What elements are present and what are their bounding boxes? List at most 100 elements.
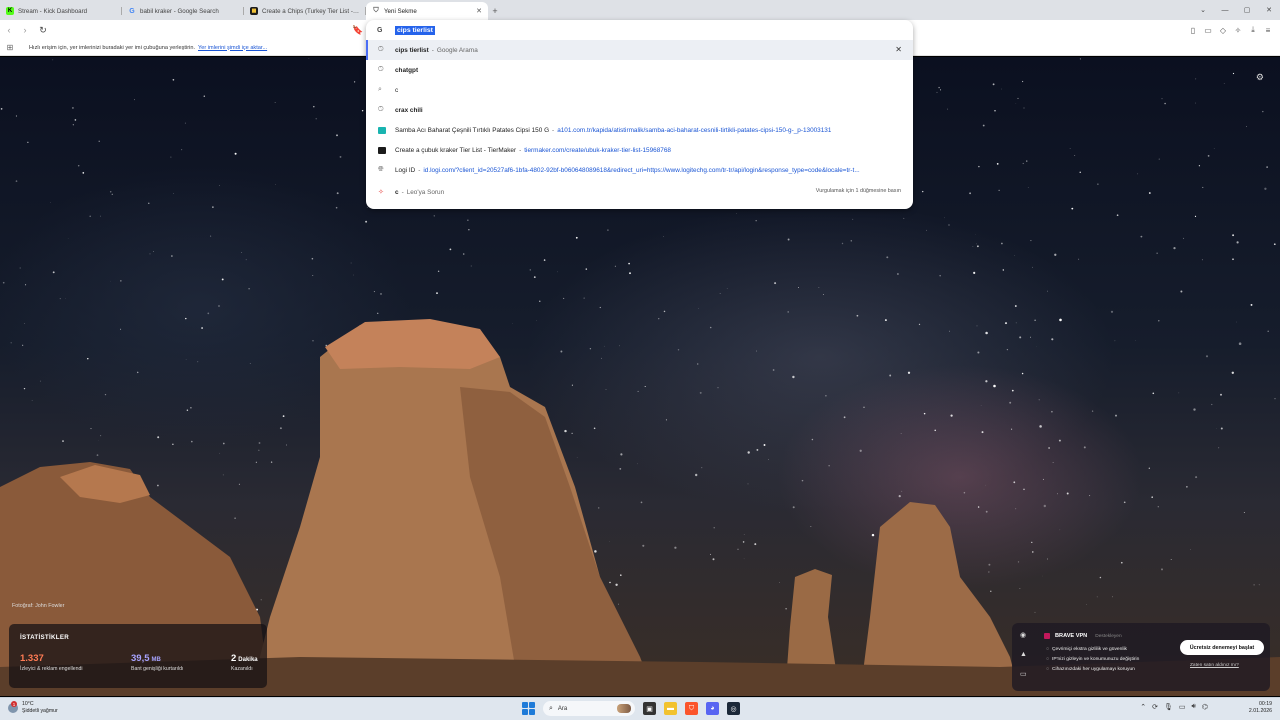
weather-widget[interactable]: 1 10°C Şiddetli yağmur	[8, 701, 58, 715]
mic-icon[interactable]: 🎙︎	[1164, 703, 1173, 711]
new-tab-button[interactable]: +	[488, 2, 502, 20]
vpn-title: BRAVE VPN	[1055, 633, 1088, 639]
sync-icon[interactable]: ⟳	[1152, 703, 1158, 711]
suggestion-item[interactable]: ⌕ c	[366, 80, 913, 100]
star	[560, 350, 563, 353]
star	[185, 317, 187, 320]
address-input-value[interactable]: cips tierlist	[395, 25, 435, 35]
chevron-up-icon[interactable]: ⌃	[1140, 703, 1146, 711]
star	[1034, 611, 1036, 613]
vpn-icon[interactable]: ◇	[1217, 23, 1229, 37]
tiermaker-icon: ▦	[250, 7, 258, 15]
network-icon[interactable]: ⌬	[1202, 703, 1208, 711]
close-icon[interactable]: ✕	[476, 7, 482, 15]
downloads-icon[interactable]: ⤓	[1247, 23, 1259, 37]
suggestion-item[interactable]: 🕓︎ crax chili	[366, 100, 913, 120]
tab-kick-dashboard[interactable]: K Stream - Kick Dashboard	[0, 2, 122, 20]
star	[886, 256, 889, 259]
suggestion-desc: Leo'ya Sorun	[406, 188, 445, 196]
reload-button[interactable]: ↻	[36, 23, 50, 37]
star	[642, 544, 645, 547]
star	[1232, 72, 1235, 75]
close-window-button[interactable]: ✕	[1258, 0, 1280, 20]
menu-icon[interactable]: ≡	[1262, 23, 1274, 37]
address-bar[interactable]: G cips tierlist	[366, 20, 913, 40]
star	[191, 440, 193, 443]
leo-icon[interactable]: ✧	[1232, 23, 1244, 37]
tab-tiermaker[interactable]: ▦ Create a Chips (Turkey Tier List - Tie…	[244, 2, 366, 20]
suggestion-item[interactable]: Samba Acı Baharat Çeşnili Tırtıklı Patat…	[366, 120, 913, 140]
tab-search-icon[interactable]: ⌄	[1192, 0, 1214, 20]
widget-switcher: ◉ ▲ ▭	[1020, 631, 1030, 678]
star	[539, 300, 541, 302]
star	[969, 192, 971, 195]
vpn-tab-icon[interactable]: ◉	[1020, 631, 1030, 639]
star	[601, 357, 602, 359]
star	[1048, 447, 1051, 449]
minimize-button[interactable]: —	[1214, 0, 1236, 20]
windows-start-icon[interactable]	[522, 702, 535, 715]
weather-text: 10°C Şiddetli yağmur	[22, 701, 58, 715]
maximize-button[interactable]: ▢	[1236, 0, 1258, 20]
display-icon[interactable]: ▭	[1179, 703, 1186, 711]
brave-browser-icon[interactable]: ⛉	[685, 702, 698, 715]
task-view-icon[interactable]: ▣	[643, 702, 656, 715]
taskbar: 1 10°C Şiddetli yağmur ⌕ Ara ▣ ▬ ⛉ ◕ ◎ ⌃…	[0, 697, 1280, 720]
already-purchased-link[interactable]: Zaten satın aldınız mı?	[1190, 663, 1239, 668]
tab-new-tab[interactable]: ⛉ Yeni Sekme ✕	[366, 2, 488, 20]
sidebar-icon[interactable]: ▯	[1187, 23, 1199, 37]
clock[interactable]: 00:19 2.01.2026	[1249, 701, 1272, 715]
wallet-icon[interactable]: ▭	[1202, 23, 1214, 37]
suggestion-item[interactable]: 🕓︎ cips tierlist - Google Arama ✕	[366, 40, 913, 60]
gear-icon[interactable]: ⚙	[1256, 72, 1264, 83]
star	[607, 229, 609, 231]
star	[449, 248, 452, 251]
star	[644, 385, 646, 388]
suggestion-item[interactable]: 🕓︎ chatgpt	[366, 60, 913, 80]
rewards-tab-icon[interactable]: ▲	[1020, 651, 1030, 658]
cards-tab-icon[interactable]: ▭	[1020, 670, 1030, 678]
file-explorer-icon[interactable]: ▬	[664, 702, 677, 715]
suggestion-item[interactable]: Create a çubuk kraker Tier List - TierMa…	[366, 140, 913, 160]
star	[980, 405, 982, 406]
taskbar-search[interactable]: ⌕ Ara	[543, 701, 635, 716]
star	[1052, 461, 1054, 463]
back-button[interactable]: ‹	[2, 23, 16, 37]
star	[709, 553, 712, 555]
star	[336, 134, 338, 137]
star	[1207, 155, 1210, 157]
ask-leo-suggestion[interactable]: ✧ c - Leo'ya Sorun Vurgulamak için 1 düğ…	[366, 180, 913, 204]
star	[111, 193, 113, 195]
star	[100, 435, 102, 437]
weather-desc: Şiddetli yağmur	[22, 708, 58, 714]
suggestion-url: id.logi.com/?client_id=20527af6-1bfa-480…	[423, 166, 860, 174]
star	[1180, 290, 1183, 293]
steam-icon[interactable]: ◎	[727, 702, 740, 715]
apps-grid-icon[interactable]: ⊞	[4, 43, 16, 52]
import-bookmarks-link[interactable]: Yer imlerini şimdi içe aktar...	[198, 45, 267, 51]
bookmark-icon[interactable]: 🔖	[352, 23, 364, 37]
star	[185, 359, 187, 360]
star	[1211, 403, 1213, 406]
stat-label: Bant genişliği kurtarıldı	[131, 666, 184, 672]
globe-icon: 🌐︎	[378, 166, 384, 173]
tab-google-search[interactable]: G babil kraker - Google Search	[122, 2, 244, 20]
star	[993, 384, 996, 388]
remove-suggestion-icon[interactable]: ✕	[895, 45, 902, 54]
volume-icon[interactable]: 🔊︎	[1191, 703, 1195, 711]
star	[543, 259, 546, 261]
star	[599, 306, 601, 309]
forward-button[interactable]: ›	[18, 23, 32, 37]
star	[336, 192, 339, 195]
star	[1058, 439, 1061, 442]
start-trial-button[interactable]: Ücretsiz denemeyi başlat	[1180, 640, 1264, 655]
history-icon: 🕓︎	[378, 106, 384, 113]
star	[25, 284, 27, 286]
toolbar-extensions: ⛉ △ ▯ ▭ ◇ ✧ ⤓ ≡	[854, 23, 1274, 37]
star	[512, 323, 513, 324]
cloud-rain-icon: 1	[8, 701, 18, 713]
suggestion-item[interactable]: 🌐︎ Logi ID - id.logi.com/?client_id=2052…	[366, 160, 913, 180]
star	[1161, 98, 1163, 100]
star	[172, 443, 174, 445]
discord-icon[interactable]: ◕	[706, 702, 719, 715]
